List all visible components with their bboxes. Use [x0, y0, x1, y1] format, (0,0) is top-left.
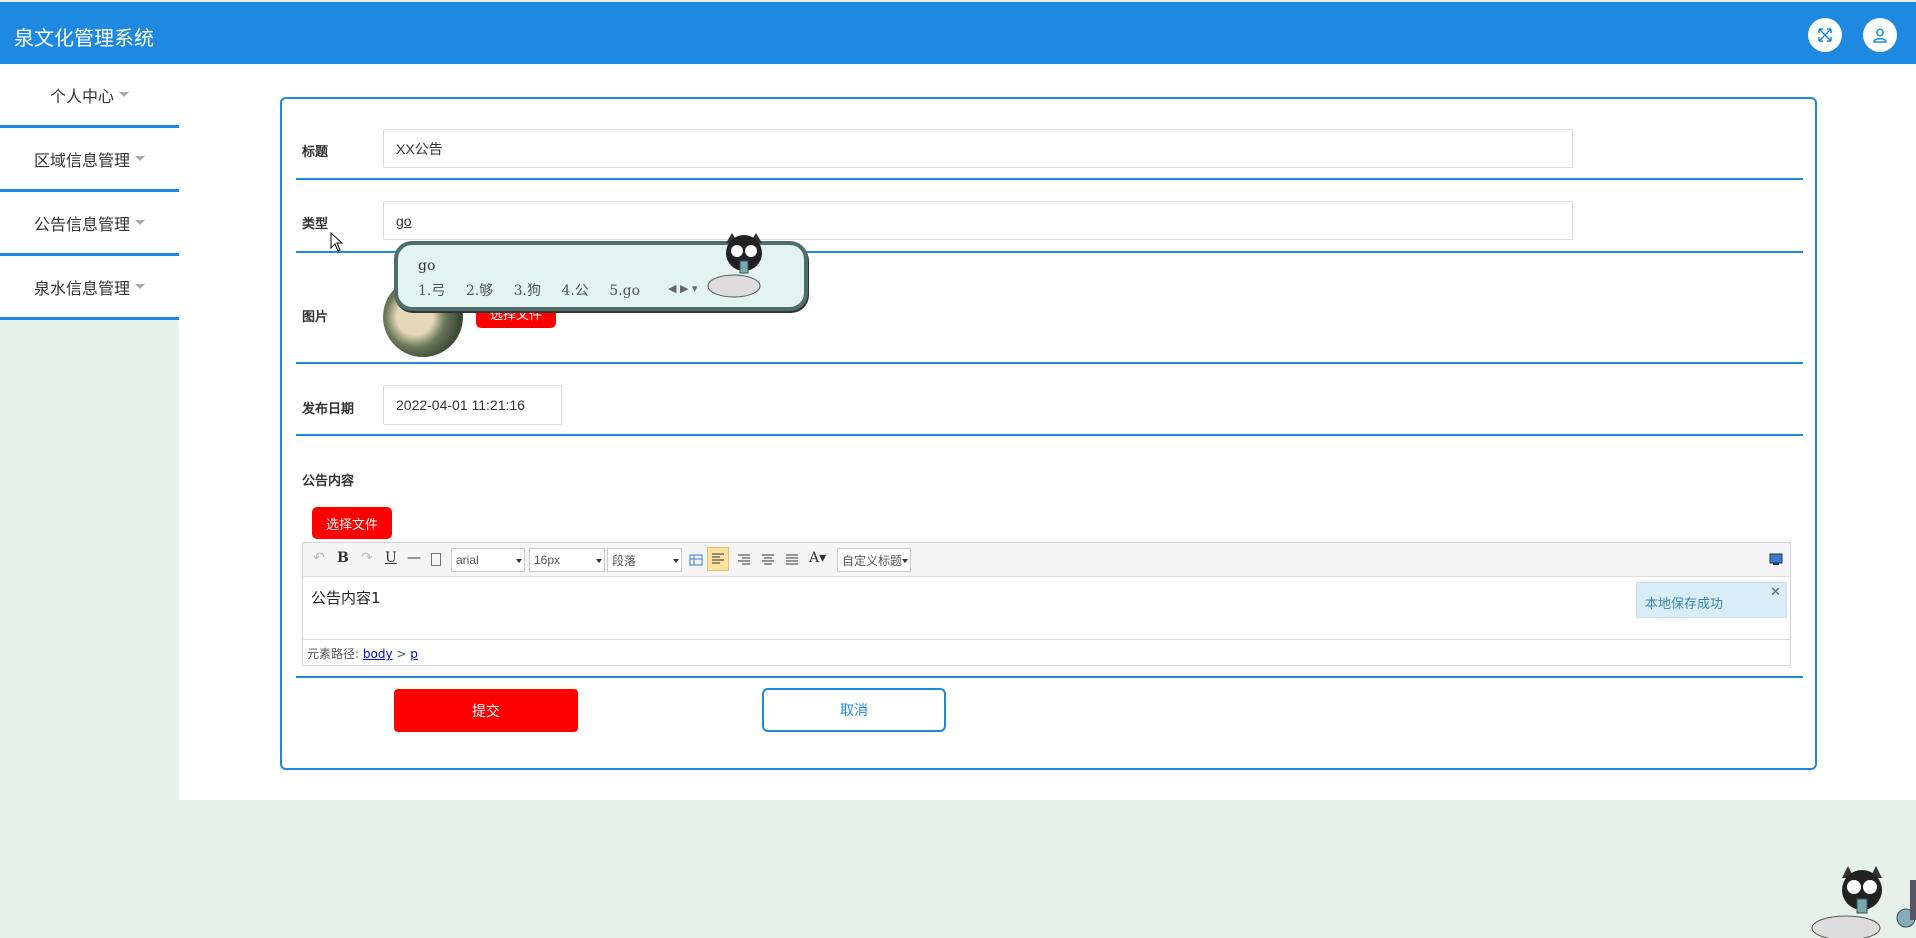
redo-icon[interactable]: ↷: [361, 550, 373, 566]
expand-icon: [1818, 28, 1832, 42]
sidebar-item-spring-management[interactable]: 泉水信息管理: [0, 256, 179, 320]
align-right-icon[interactable]: [735, 551, 753, 569]
rich-text-editor: ↶ B ↷ U — arial 16px 段落 A▾ 自定义标题 公告内容1 本…: [302, 542, 1791, 666]
mouse-cursor-icon: [330, 232, 344, 252]
submit-button[interactable]: 提交: [394, 689, 578, 732]
sidebar: 个人中心 区域信息管理 公告信息管理 泉水信息管理: [0, 64, 179, 320]
local-save-tip: 本地保存成功 ✕: [1636, 582, 1787, 618]
ime-candidate[interactable]: 4.公: [561, 283, 588, 299]
sidebar-item-notice-management[interactable]: 公告信息管理: [0, 192, 179, 256]
font-color-icon[interactable]: A▾: [809, 550, 826, 566]
sidebar-item-label: 公告信息管理: [33, 214, 130, 234]
caret-down-icon: [119, 92, 129, 97]
undo-icon[interactable]: ↶: [313, 550, 325, 566]
underline-icon[interactable]: U: [385, 550, 397, 566]
app-title: 泉文化管理系统: [14, 26, 154, 50]
font-size-value: 16px: [534, 553, 561, 567]
fullscreen-editor-icon[interactable]: [1768, 551, 1784, 567]
custom-title-value: 自定义标题: [842, 553, 903, 568]
align-center-icon[interactable]: [759, 551, 777, 569]
sidebar-item-label: 区域信息管理: [33, 150, 130, 170]
ime-candidate[interactable]: 3.狗: [514, 283, 541, 299]
editor-content-area[interactable]: 公告内容1 本地保存成功 ✕: [303, 577, 1790, 639]
row-divider: [296, 178, 1803, 180]
row-divider: [296, 434, 1803, 436]
element-path-bar: 元素路径: body > p: [303, 639, 1790, 665]
custom-title-select[interactable]: 自定义标题: [837, 548, 911, 572]
align-justify-icon[interactable]: [783, 551, 801, 569]
sidebar-item-personal-center[interactable]: 个人中心: [0, 64, 179, 128]
bold-icon[interactable]: B: [337, 550, 349, 566]
horizontal-rule-icon[interactable]: —: [407, 550, 421, 566]
editor-toolbar: ↶ B ↷ U — arial 16px 段落 A▾ 自定义标题: [303, 543, 1790, 577]
ime-candidate-list: 1.弓 2.够 3.狗 4.公 5.go: [418, 280, 656, 300]
caret-down-icon: [135, 156, 145, 161]
ime-candidate-popup: go 1.弓 2.够 3.狗 4.公 5.go ◀ ▶ ▾: [394, 233, 808, 311]
font-size-select[interactable]: 16px: [529, 548, 605, 572]
caret-down-icon: [135, 220, 145, 225]
path-separator: >: [396, 647, 407, 661]
date-label: 发布日期: [302, 402, 355, 417]
editor-content-text: 公告内容1: [311, 589, 381, 607]
row-divider: [296, 676, 1803, 678]
sidebar-item-label: 泉水信息管理: [33, 278, 130, 298]
sidebar-item-label: 个人中心: [49, 86, 114, 106]
image-label: 图片: [302, 310, 329, 325]
type-label: 类型: [302, 217, 329, 232]
content-label: 公告内容: [302, 474, 355, 489]
table-icon[interactable]: [689, 553, 703, 567]
type-input[interactable]: go: [383, 201, 1573, 240]
ime-candidate[interactable]: 5.go: [609, 283, 640, 299]
font-family-value: arial: [456, 553, 479, 567]
top-bar: 泉文化管理系统: [0, 2, 1916, 64]
sidebar-item-region-management[interactable]: 区域信息管理: [0, 128, 179, 192]
cat-mascot-icon: [1811, 866, 1916, 938]
caret-down-icon: [135, 284, 145, 289]
ime-candidate[interactable]: 1.弓: [418, 283, 445, 299]
title-input[interactable]: XX公告: [383, 129, 1573, 168]
close-icon[interactable]: ✕: [1770, 585, 1781, 600]
path-p-link[interactable]: p: [410, 647, 418, 661]
cat-mascot-icon: [707, 233, 762, 298]
ime-composition-text: go: [418, 258, 436, 274]
ime-candidate[interactable]: 2.够: [466, 283, 493, 299]
local-save-tip-text: 本地保存成功: [1645, 597, 1724, 612]
page-icon[interactable]: [431, 553, 441, 566]
fullscreen-button[interactable]: [1808, 18, 1842, 52]
paragraph-value: 段落: [612, 553, 637, 568]
element-path-label: 元素路径:: [307, 647, 360, 661]
row-divider: [296, 362, 1803, 364]
cancel-button[interactable]: 取消: [762, 688, 946, 732]
font-family-select[interactable]: arial: [451, 548, 525, 572]
title-label: 标题: [302, 145, 329, 160]
path-body-link[interactable]: body: [363, 647, 393, 661]
ime-page-nav[interactable]: ◀ ▶ ▾: [668, 282, 697, 295]
user-icon: [1873, 28, 1887, 43]
content-select-file-button[interactable]: 选择文件: [312, 507, 392, 539]
paragraph-select[interactable]: 段落: [607, 548, 682, 572]
user-button[interactable]: [1863, 18, 1897, 52]
align-left-icon[interactable]: [707, 547, 729, 571]
date-input[interactable]: 2022-04-01 11:21:16: [383, 385, 562, 425]
